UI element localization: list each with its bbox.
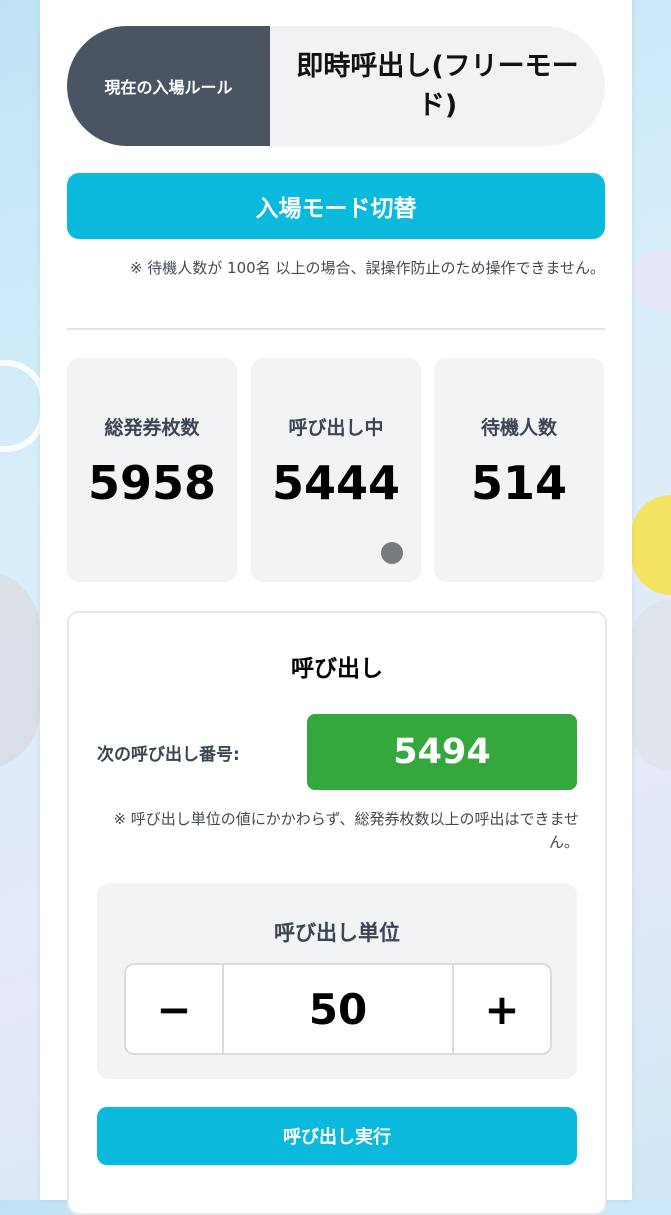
- stat-calling: 呼び出し中 5444: [251, 358, 421, 582]
- background-character-right: [631, 600, 671, 770]
- decrement-button[interactable]: −: [126, 965, 224, 1053]
- increment-button[interactable]: +: [452, 965, 550, 1053]
- switch-entry-mode-button[interactable]: 入場モード切替: [67, 173, 605, 239]
- background-character-left: [0, 570, 40, 770]
- call-unit-box: 呼び出し単位 − 50 +: [97, 883, 577, 1079]
- background-decoration: [631, 250, 671, 310]
- call-note: ※ 呼び出し単位の値にかかわらず、総発券枚数以上の呼出はできません。: [113, 810, 579, 851]
- stat-value: 5444: [271, 456, 401, 510]
- background-star: [631, 495, 671, 595]
- stat-value: 514: [470, 456, 568, 510]
- call-title: 呼び出し: [291, 656, 383, 682]
- execute-call-button[interactable]: 呼び出し実行: [97, 1107, 577, 1165]
- switch-mode-note: ※ 待機人数が 100名 以上の場合、誤操作防止のため操作できません。: [129, 259, 605, 277]
- divider: [67, 328, 605, 330]
- entry-rule-value: 即時呼出し(フリーモード): [296, 50, 579, 121]
- stat-value: 5958: [87, 456, 217, 510]
- call-unit-value[interactable]: 50: [224, 965, 452, 1053]
- admin-panel: 現在の入場ルール 即時呼出し(フリーモード) 入場モード切替 ※ 待機人数が 1…: [40, 0, 632, 1215]
- stat-waiting: 待機人数 514: [434, 358, 604, 582]
- next-call-number-label: 次の呼び出し番号:: [97, 745, 240, 765]
- entry-rule-box: 現在の入場ルール 即時呼出し(フリーモード): [67, 26, 605, 146]
- stat-label: 待機人数: [480, 417, 557, 439]
- stat-label: 総発券枚数: [104, 417, 200, 439]
- stat-total-issued: 総発券枚数 5958: [67, 358, 237, 582]
- status-indicator-dot: [381, 542, 403, 564]
- next-call-number: 5494: [307, 714, 577, 790]
- call-unit-title: 呼び出し単位: [274, 921, 400, 945]
- entry-rule-label: 現在の入場ルール: [67, 26, 270, 146]
- stat-label: 呼び出し中: [288, 417, 384, 439]
- call-unit-stepper: − 50 +: [124, 963, 552, 1055]
- call-card: 呼び出し 次の呼び出し番号: 5494 ※ 呼び出し単位の値にかかわらず、総発券…: [67, 611, 607, 1215]
